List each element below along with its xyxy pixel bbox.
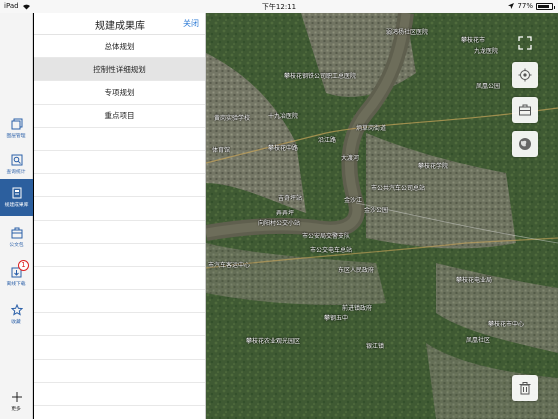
globe-button[interactable] bbox=[512, 131, 538, 157]
locate-button[interactable] bbox=[512, 62, 538, 88]
layers-icon bbox=[11, 118, 22, 130]
trash-icon bbox=[519, 382, 531, 395]
plus-icon bbox=[11, 392, 22, 402]
rail-label: 收藏 bbox=[11, 319, 22, 325]
briefcase-icon bbox=[519, 104, 531, 116]
briefcase-icon bbox=[11, 227, 22, 239]
map-label: 吉奇坪站 bbox=[278, 195, 303, 202]
list-item-empty bbox=[34, 174, 205, 198]
search-stats-icon bbox=[11, 154, 22, 166]
rail-label: 离线下载 bbox=[6, 281, 26, 287]
map-label: 市公交电车总站 bbox=[310, 247, 353, 254]
map-label: 银江镇 bbox=[366, 343, 385, 350]
notification-badge: 1 bbox=[18, 260, 29, 271]
status-bar: iPad 下午12:11 77% bbox=[0, 0, 558, 13]
fullscreen-icon bbox=[518, 36, 532, 50]
list-item-empty bbox=[34, 313, 205, 337]
map-label: 市公安局交警支队 bbox=[302, 233, 351, 240]
map-label: 攀枝花钢铁公司职工总医院 bbox=[284, 73, 357, 80]
status-time: 下午12:11 bbox=[261, 3, 297, 11]
list-item-master-plan[interactable]: 总体规划 bbox=[34, 35, 205, 59]
map-label: 凤凰社区 bbox=[466, 337, 491, 344]
list-item-empty bbox=[34, 336, 205, 360]
rail-label: 规建成果库 bbox=[4, 202, 29, 208]
panel-header: 规建成果库 关闭 bbox=[34, 13, 205, 35]
rail-label: 公文包 bbox=[9, 242, 24, 248]
list-item-empty bbox=[34, 128, 205, 151]
location-arrow-icon bbox=[508, 3, 515, 9]
map-label: 金沙公园 bbox=[364, 207, 389, 214]
map-imagery bbox=[206, 13, 558, 419]
list-item-empty bbox=[34, 360, 205, 383]
fullscreen-button[interactable] bbox=[512, 30, 538, 56]
list-item-empty bbox=[34, 383, 205, 406]
map-label: 东区人民政府 bbox=[338, 267, 375, 274]
nav-rail: 图层管理 查询统计 规建成果库 公文包 离线下载 1 收藏 更多 bbox=[0, 13, 33, 419]
map-label: 凤凰公园 bbox=[476, 83, 501, 90]
rail-label: 图层管理 bbox=[6, 133, 26, 139]
list-item-empty bbox=[34, 267, 205, 291]
map-label: 十九冶医院 bbox=[268, 113, 299, 120]
trash-button[interactable] bbox=[512, 375, 538, 401]
rail-item-more[interactable]: 更多 bbox=[0, 383, 33, 419]
map-label: 弄弄坪 bbox=[276, 210, 295, 217]
archive-icon bbox=[12, 187, 21, 199]
map-label: 市汽车客运中心 bbox=[208, 262, 251, 269]
briefcase-map-button[interactable] bbox=[512, 97, 538, 123]
map-label: 黄岗实验学校 bbox=[214, 115, 251, 122]
globe-icon bbox=[519, 138, 531, 150]
map-label: 炳草岗街道 bbox=[356, 125, 387, 132]
rail-item-offline-download[interactable]: 离线下载 1 bbox=[0, 258, 33, 295]
list-item-empty bbox=[34, 221, 205, 244]
map-label: 市公共汽车公司总站 bbox=[371, 185, 426, 192]
list-item-empty bbox=[34, 290, 205, 314]
map-label: 大渡河 bbox=[341, 155, 360, 162]
rail-item-query-stats[interactable]: 查询统计 bbox=[0, 146, 33, 183]
rail-label: 更多 bbox=[11, 406, 22, 412]
list-item-empty bbox=[34, 197, 205, 221]
list-item-special-plan[interactable]: 专项规划 bbox=[34, 81, 205, 105]
locate-icon bbox=[518, 68, 532, 82]
list-item-key-projects[interactable]: 重点项目 bbox=[34, 105, 205, 128]
map-label: 金沙江 bbox=[344, 197, 363, 204]
list-item-empty bbox=[34, 244, 205, 267]
satellite-map[interactable]: 弱鸿杨社区医院 攀枝花市 九龙医院 攀枝花钢铁公司职工总医院 黄岗实验学校 十九… bbox=[206, 13, 558, 419]
star-icon bbox=[10, 304, 23, 316]
map-label: 向阳村公交小站 bbox=[258, 220, 301, 227]
rail-item-planning-archive[interactable]: 规建成果库 bbox=[0, 179, 33, 216]
battery-icon bbox=[536, 2, 555, 10]
rail-item-layers[interactable]: 图层管理 bbox=[0, 110, 33, 147]
status-right: 77% bbox=[508, 2, 555, 10]
map-label: 体育馆 bbox=[212, 147, 231, 154]
map-label: 攀钢五中 bbox=[324, 315, 349, 322]
map-label: 攀枝花电业局 bbox=[456, 277, 493, 284]
rail-label: 查询统计 bbox=[6, 169, 26, 175]
list-item-regulatory-plan[interactable]: 控制性详细规划 bbox=[34, 58, 205, 82]
map-label: 九龙医院 bbox=[474, 48, 499, 55]
map-label: 攀枝花中路 bbox=[268, 145, 299, 152]
map-label: 沿江路 bbox=[318, 137, 337, 144]
map-label: 攀枝花农业观光园区 bbox=[246, 338, 301, 345]
close-button[interactable]: 关闭 bbox=[183, 18, 199, 29]
archive-panel: 规建成果库 关闭 总体规划 控制性详细规划 专项规划 重点项目 bbox=[34, 13, 206, 419]
map-label: 攀枝花学院 bbox=[418, 163, 449, 170]
map-label: 攀枝花市中心 bbox=[488, 321, 525, 328]
battery-percent: 77% bbox=[517, 2, 533, 10]
list-item-empty bbox=[34, 151, 205, 175]
map-label: 攀枝花市 bbox=[461, 37, 486, 44]
map-label: 弱鸿杨社区医院 bbox=[386, 29, 429, 36]
rail-item-briefcase[interactable]: 公文包 bbox=[0, 219, 33, 256]
map-label: 前进镇政府 bbox=[342, 305, 373, 312]
panel-title: 规建成果库 bbox=[95, 21, 145, 32]
rail-item-favorites[interactable]: 收藏 bbox=[0, 296, 33, 333]
